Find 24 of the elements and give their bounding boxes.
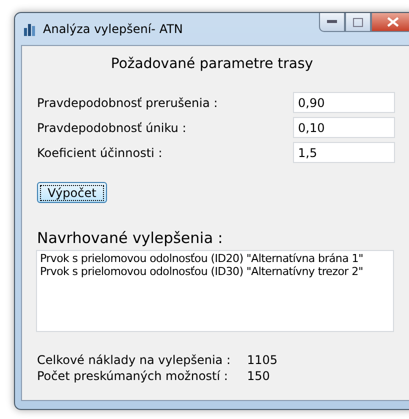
- summary-value: 1105: [247, 352, 278, 368]
- summary-label: Celkové náklady na vylepšenia :: [37, 352, 232, 368]
- maximize-icon: [353, 18, 363, 26]
- close-button[interactable]: [371, 13, 409, 32]
- list-box[interactable]: Prvok s prielomovou odolnosťou (ID20) "Alternatívna brána 1" Prvok s prielomovou odolnosťou (ID30) "Alternatívny trezor 2": [36, 250, 394, 332]
- summary-value: 150: [247, 368, 270, 384]
- input-field[interactable]: 0,10: [293, 117, 395, 138]
- input-field[interactable]: 1,5: [293, 142, 395, 163]
- field-label: Pravdepodobnosť prerušenia :: [37, 96, 219, 110]
- field-label: Pravdepodobnosť úniku :: [37, 120, 188, 134]
- bar-chart-icon: [23, 22, 37, 36]
- section-heading: Požadované parametre trasy: [110, 56, 314, 72]
- window-title: Analýza vylepšení- ATN: [43, 22, 183, 36]
- input-field[interactable]: 0,90: [293, 92, 395, 113]
- minimize-button[interactable]: [319, 13, 345, 32]
- field-label: Koeficient účinnosti :: [37, 146, 164, 160]
- compute-button[interactable]: Výpočet: [37, 182, 107, 203]
- close-icon: [387, 17, 399, 27]
- list-item[interactable]: Prvok s prielomovou odolnosťou (ID30) "Alternatívny trezor 2": [40, 265, 390, 278]
- section-heading: Navrhované vylepšenia :: [37, 229, 224, 247]
- maximize-button[interactable]: [345, 13, 371, 32]
- minimize-icon: [327, 20, 337, 24]
- list-item[interactable]: Prvok s prielomovou odolnosťou (ID20) "Alternatívna brána 1": [40, 252, 390, 265]
- summary-label: Počet preskúmaných možností :: [37, 368, 229, 384]
